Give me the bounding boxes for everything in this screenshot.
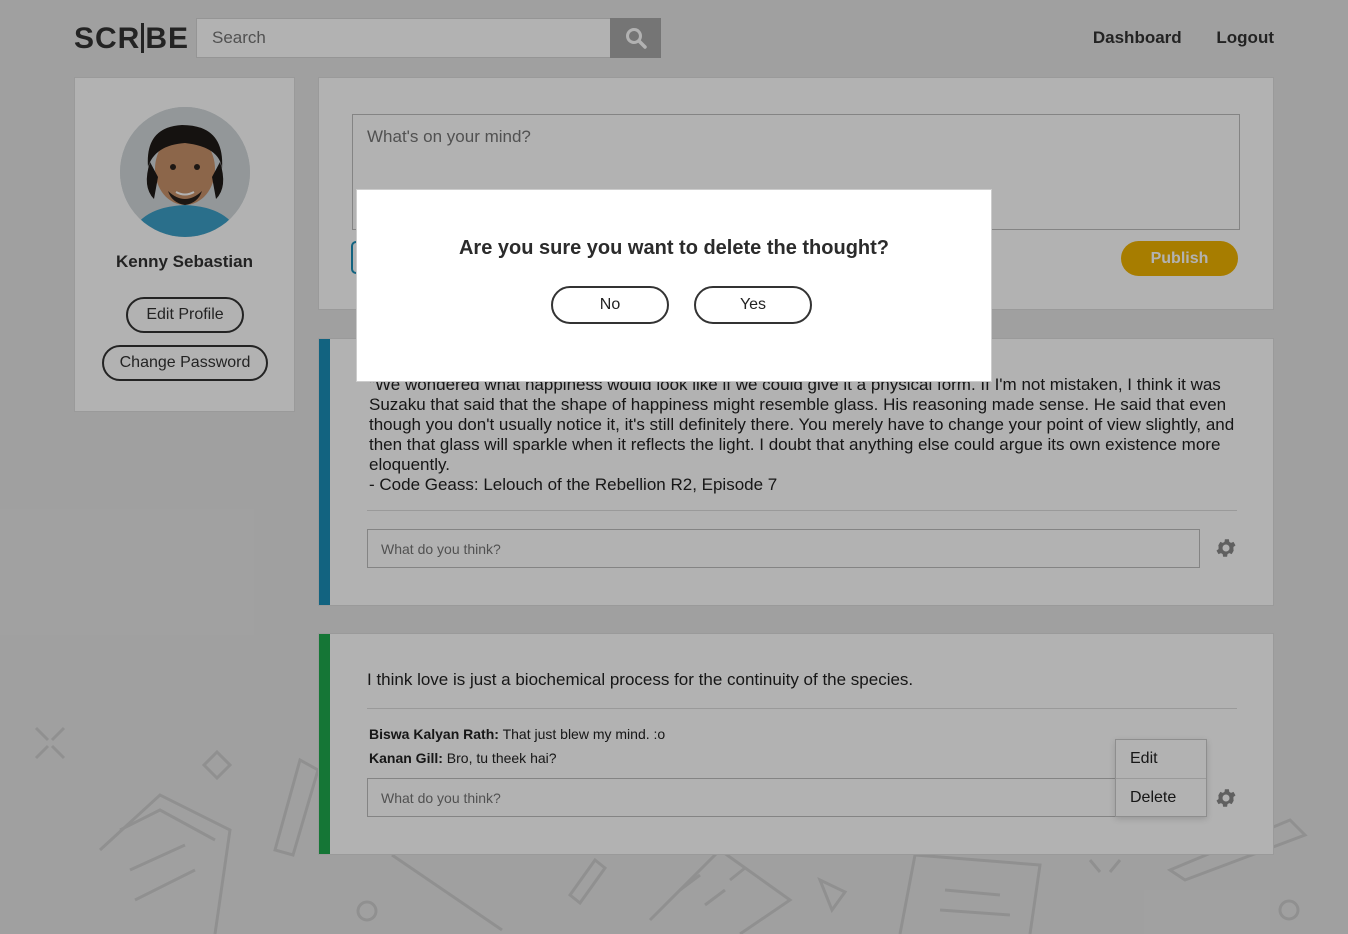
yes-button[interactable]: Yes bbox=[694, 286, 812, 324]
modal-overlay[interactable] bbox=[0, 0, 1348, 934]
dialog-title: Are you sure you want to delete the thou… bbox=[458, 237, 890, 259]
no-button[interactable]: No bbox=[551, 286, 669, 324]
delete-confirm-dialog: Are you sure you want to delete the thou… bbox=[356, 189, 992, 382]
